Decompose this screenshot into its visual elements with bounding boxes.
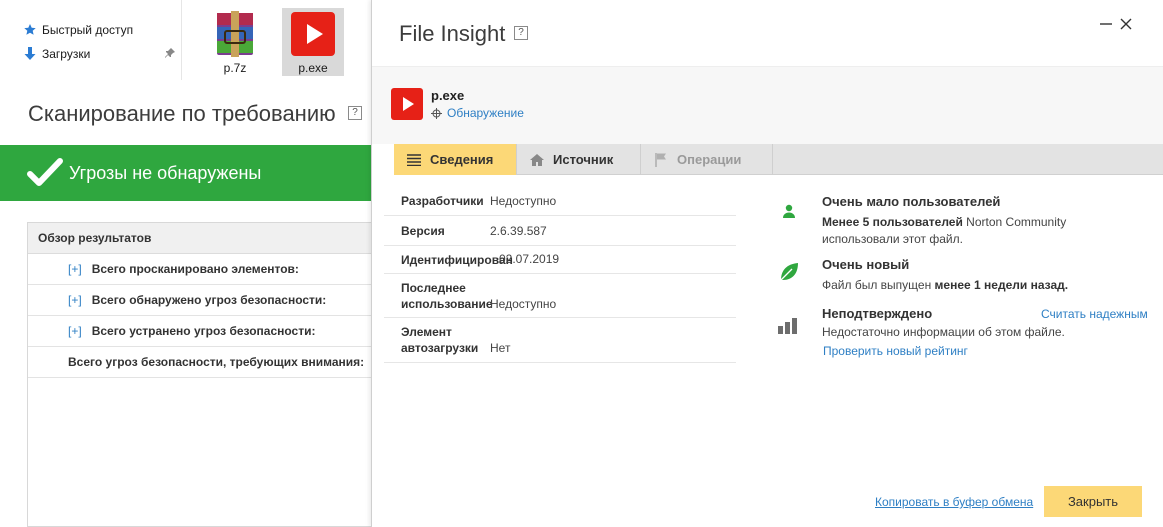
minimize-button[interactable]	[1096, 14, 1116, 34]
tab-details[interactable]: Сведения	[394, 144, 517, 175]
list-icon	[406, 152, 422, 168]
tab-label: Сведения	[430, 152, 494, 167]
youtube-play-icon	[289, 10, 337, 58]
insight-description: Менее 5 пользователей Norton Community и…	[822, 214, 1102, 248]
insight-description: Недостаточно информации об этом файле.	[822, 325, 1065, 339]
help-button[interactable]: ?	[514, 26, 528, 40]
detail-key: Последнее использование	[401, 280, 493, 311]
results-table: Обзор результатов [+] Всего просканирова…	[27, 222, 372, 527]
navigation-pane: Быстрый доступ Загрузки	[0, 0, 182, 80]
tab-label: Операции	[677, 152, 742, 167]
detail-row: Элемент автозагрузки Нет	[384, 318, 736, 363]
expand-button[interactable]: [+]	[68, 293, 82, 307]
tab-operations[interactable]: Операции	[641, 144, 773, 175]
user-icon	[776, 198, 802, 224]
detection-link-label: Обнаружение	[447, 106, 524, 120]
insight-text: Файл был выпущен	[822, 278, 935, 292]
trust-link[interactable]: Считать надежным	[1041, 307, 1148, 321]
detail-value: 02.07.2019	[499, 252, 560, 266]
detail-row: Последнее использование Недоступно	[384, 274, 736, 318]
home-icon	[529, 152, 545, 168]
insight-title: Очень мало пользователей	[822, 194, 1001, 209]
close-button[interactable]: Закрыть	[1044, 486, 1142, 517]
flag-icon	[653, 152, 669, 168]
detail-value: Недоступно	[490, 296, 557, 311]
youtube-play-icon	[391, 88, 423, 120]
detail-value: Нет	[490, 341, 511, 355]
detail-row: Разработчики Недоступно	[384, 186, 736, 216]
close-window-button[interactable]	[1116, 14, 1136, 34]
insight-title: Неподтверждено	[822, 306, 933, 321]
detail-key: Версия	[401, 223, 445, 238]
status-banner: Угрозы не обнаружены	[0, 145, 372, 201]
tab-label: Источник	[553, 152, 614, 167]
insight-bold: Менее 5 пользователей	[822, 215, 963, 229]
winrar-archive-icon	[211, 10, 259, 58]
file-header: p.exe Обнаружение	[372, 66, 1163, 144]
file-item-p7z[interactable]: p.7z	[204, 8, 266, 76]
file-name: p.exe	[431, 88, 465, 103]
close-icon	[1120, 18, 1132, 30]
detail-value: 2.6.39.587	[490, 223, 547, 238]
table-row: [+] Всего устранено угроз безопасности:	[28, 316, 372, 347]
checkmark-icon	[25, 153, 65, 193]
scan-panel: Сканирование по требованию ? Угрозы не о…	[0, 80, 372, 527]
insight-text: использовали этот файл.	[822, 232, 963, 246]
detection-link[interactable]: Обнаружение	[431, 106, 524, 120]
detail-row: Идентифицирован 02.07.2019	[384, 246, 736, 274]
crosshair-icon	[431, 107, 442, 119]
file-insight-dialog: File Insight ? p.exe Обнаружение Сведени…	[371, 0, 1163, 527]
signal-bars-icon	[776, 312, 802, 338]
detail-value: Недоступно	[490, 193, 557, 208]
check-rating-link[interactable]: Проверить новый рейтинг	[823, 344, 968, 358]
file-explorer: Быстрый доступ Загрузки p.7z p.exe	[0, 0, 372, 80]
detail-key: Идентифицирован	[401, 253, 513, 267]
row-label: Всего обнаружено угроз безопасности:	[91, 293, 327, 307]
expand-button[interactable]: [+]	[68, 262, 82, 276]
row-label: Всего просканировано элементов:	[91, 262, 299, 276]
insight-title: Очень новый	[822, 257, 910, 272]
row-label: Всего устранено угроз безопасности:	[91, 324, 316, 338]
tab-source[interactable]: Источник	[517, 144, 641, 175]
dialog-title: File Insight	[399, 21, 506, 46]
help-button[interactable]: ?	[348, 106, 362, 120]
status-text: Угрозы не обнаружены	[69, 162, 262, 183]
tab-bar: Сведения Источник Операции	[394, 144, 1163, 175]
nav-item-label: Быстрый доступ	[42, 23, 134, 37]
details-table: Разработчики Недоступно Версия 2.6.39.58…	[384, 186, 736, 363]
nav-item-downloads[interactable]: Загрузки	[22, 44, 90, 64]
file-item-pexe[interactable]: p.exe	[282, 8, 344, 76]
nav-item-quick-access[interactable]: Быстрый доступ	[22, 20, 133, 40]
detail-key: Разработчики	[401, 193, 484, 208]
table-row: [+] Всего просканировано элементов:	[28, 254, 372, 285]
file-name: p.7z	[223, 61, 247, 75]
star-icon	[22, 22, 38, 38]
results-header: Обзор результатов	[28, 223, 372, 254]
detail-key: Элемент автозагрузки	[401, 325, 479, 355]
pin-icon[interactable]	[164, 46, 176, 58]
insight-text: Norton Community	[962, 215, 1067, 229]
table-row: [+] Всего обнаружено угроз безопасности:	[28, 285, 372, 316]
detail-row: Версия 2.6.39.587	[384, 216, 736, 246]
expand-button[interactable]: [+]	[68, 324, 82, 338]
table-row: Всего угроз безопасности, требующих вним…	[28, 347, 372, 378]
insight-bold: менее 1 недели назад.	[934, 278, 1069, 292]
file-name: p.exe	[298, 61, 328, 75]
copy-to-clipboard-link[interactable]: Копировать в буфер обмена	[875, 495, 1033, 509]
leaf-icon	[776, 259, 802, 285]
minimize-icon	[1100, 23, 1112, 25]
page-title: Сканирование по требованию	[28, 101, 336, 126]
download-arrow-icon	[22, 46, 38, 62]
row-label: Всего угроз безопасности, требующих вним…	[68, 355, 365, 369]
insight-description: Файл был выпущен менее 1 недели назад.	[822, 277, 1102, 294]
nav-item-label: Загрузки	[42, 47, 91, 61]
